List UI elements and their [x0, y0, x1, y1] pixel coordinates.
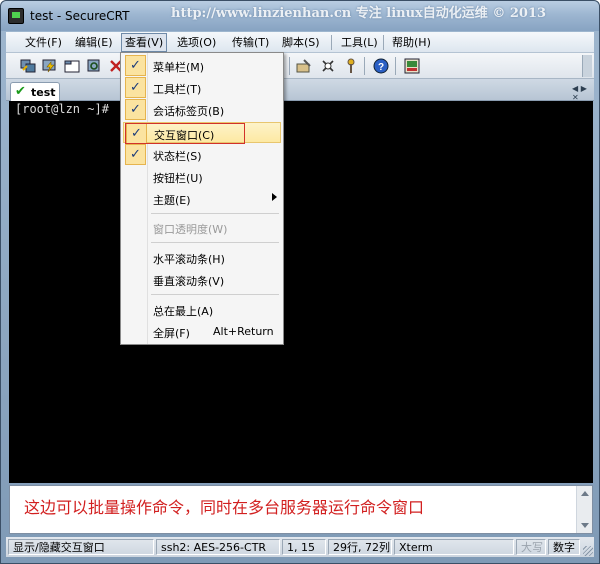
menu-item-label: 按钮栏(U): [153, 172, 203, 185]
status-encryption: ssh2: AES-256-CTR: [156, 539, 280, 555]
checkmark-icon: ✓: [125, 77, 146, 98]
view-menu-item-horizontal-scrollbar[interactable]: 水平滚动条(H): [123, 247, 281, 268]
menu-file[interactable]: 文件(F): [22, 35, 65, 51]
menu-item-label: 菜单栏(M): [153, 61, 205, 74]
quick-connect-icon[interactable]: [42, 58, 58, 74]
status-num-lock: 数字: [548, 539, 580, 555]
toolbar-separator: [289, 57, 290, 75]
command-window[interactable]: 这边可以批量操作命令，同时在多台服务器运行命令窗口: [9, 485, 593, 534]
terminal-prompt: [root@lzn ~]#: [15, 102, 109, 116]
scroll-down-icon[interactable]: [581, 523, 589, 528]
tab-scroll-arrows[interactable]: ◀ ▶ ✕: [572, 84, 594, 102]
view-menu-item-session-tabs[interactable]: ✓ 会话标签页(B): [123, 99, 281, 120]
menu-tools[interactable]: 工具(L): [338, 35, 381, 51]
view-menu-item-transparency: 窗口透明度(W): [123, 217, 281, 238]
menu-script[interactable]: 脚本(S): [279, 35, 323, 51]
menu-help[interactable]: 帮助(H): [389, 35, 434, 51]
status-terminal-type: Xterm: [394, 539, 514, 555]
menu-item-label: 窗口透明度(W): [153, 223, 228, 236]
checkmark-icon: ✓: [125, 99, 146, 120]
menu-view[interactable]: 查看(V): [121, 33, 168, 52]
menu-item-label: 全屏(F): [153, 327, 190, 340]
toolbar-separator: [364, 57, 365, 75]
view-menu-item-command-window[interactable]: ✓ 交互窗口(C): [123, 122, 281, 144]
menu-separator: [151, 213, 279, 214]
toolbar-separator: [395, 57, 396, 75]
window-title: test - SecureCRT: [30, 9, 130, 23]
menu-transfer[interactable]: 传输(T): [229, 35, 272, 51]
menu-edit[interactable]: 编辑(E): [72, 35, 116, 51]
menu-item-label: 状态栏(S): [153, 150, 202, 163]
view-menu-item-vertical-scrollbar[interactable]: 垂直滚动条(V): [123, 269, 281, 290]
menu-item-label: 工具栏(T): [153, 83, 202, 96]
menu-separator: [151, 294, 279, 295]
help-icon[interactable]: ?: [373, 58, 389, 74]
menu-item-label: 垂直滚动条(V): [153, 275, 225, 288]
command-window-text: 这边可以批量操作命令，同时在多台服务器运行命令窗口: [24, 498, 425, 517]
view-menu-item-always-on-top[interactable]: 总在最上(A): [123, 299, 281, 320]
connect-in-tab-icon[interactable]: [64, 58, 80, 74]
view-menu-item-button-bar[interactable]: 按钮栏(U): [123, 166, 281, 187]
global-options-icon[interactable]: [320, 58, 336, 74]
reconnect-icon[interactable]: [86, 58, 102, 74]
tab-label: test: [31, 86, 56, 99]
menu-separator: [151, 242, 279, 243]
menu-item-label: 总在最上(A): [153, 305, 214, 318]
view-menu-dropdown: ✓ 菜单栏(M) ✓ 工具栏(T) ✓ 会话标签页(B) ✓ 交互窗口(C) ✓…: [120, 52, 284, 345]
view-menu-item-toolbar[interactable]: ✓ 工具栏(T): [123, 77, 281, 98]
options-icon[interactable]: [296, 58, 312, 74]
menu-item-label: 交互窗口(C): [154, 129, 215, 142]
toolbar: ?: [6, 53, 594, 79]
view-menu-item-statusbar[interactable]: ✓ 状态栏(S): [123, 144, 281, 165]
menu-item-label: 水平滚动条(H): [153, 253, 225, 266]
status-caps-lock: 大写: [516, 539, 546, 555]
securecrt-window: test - SecureCRT http://www.linzienhan.c…: [0, 0, 600, 564]
menu-separator: [331, 35, 332, 50]
toolbar-chevron[interactable]: [582, 55, 592, 77]
session-tab-strip: ✔ test ◀ ▶ ✕: [6, 79, 594, 102]
checkmark-icon: ✓: [125, 55, 146, 76]
status-message: 显示/隐藏交互窗口: [8, 539, 154, 555]
connect-icon[interactable]: [20, 58, 36, 74]
keymap-icon[interactable]: [404, 58, 420, 74]
checkmark-icon: ✓: [125, 144, 146, 165]
title-bar[interactable]: test - SecureCRT http://www.linzienhan.c…: [1, 1, 599, 31]
view-menu-item-fullscreen[interactable]: 全屏(F) Alt+Return: [123, 321, 281, 342]
menu-options[interactable]: 选项(O): [174, 35, 219, 51]
status-bar: 显示/隐藏交互窗口 ssh2: AES-256-CTR 1, 15 29行, 7…: [6, 537, 594, 557]
menu-bar: 文件(F) 编辑(E) 查看(V) 选项(O) 传输(T) 脚本(S) 工具(L…: [6, 32, 594, 53]
connected-check-icon: ✔: [15, 84, 26, 99]
tab-test[interactable]: ✔ test: [10, 82, 60, 101]
status-dimensions: 29行, 72列: [328, 539, 392, 555]
scroll-up-icon[interactable]: [581, 491, 589, 496]
resize-grip[interactable]: [583, 546, 593, 556]
app-icon: [8, 8, 24, 24]
terminal-area[interactable]: [root@lzn ~]#: [9, 101, 593, 483]
menu-item-shortcut: Alt+Return: [213, 325, 274, 338]
watermark: http://www.linzienhan.cn 专注 linux自动化运维 ©…: [171, 6, 547, 21]
command-window-scrollbar[interactable]: [576, 486, 592, 533]
key-icon[interactable]: [343, 58, 359, 74]
menu-item-label: 主题(E): [153, 194, 191, 207]
view-menu-item-theme[interactable]: 主题(E): [123, 188, 281, 209]
status-cursor-position: 1, 15: [282, 539, 326, 555]
view-menu-item-menubar[interactable]: ✓ 菜单栏(M): [123, 55, 281, 76]
menu-separator: [383, 35, 384, 50]
menu-item-label: 会话标签页(B): [153, 105, 225, 118]
submenu-arrow-icon: [272, 193, 277, 201]
svg-text:?: ?: [378, 62, 384, 73]
